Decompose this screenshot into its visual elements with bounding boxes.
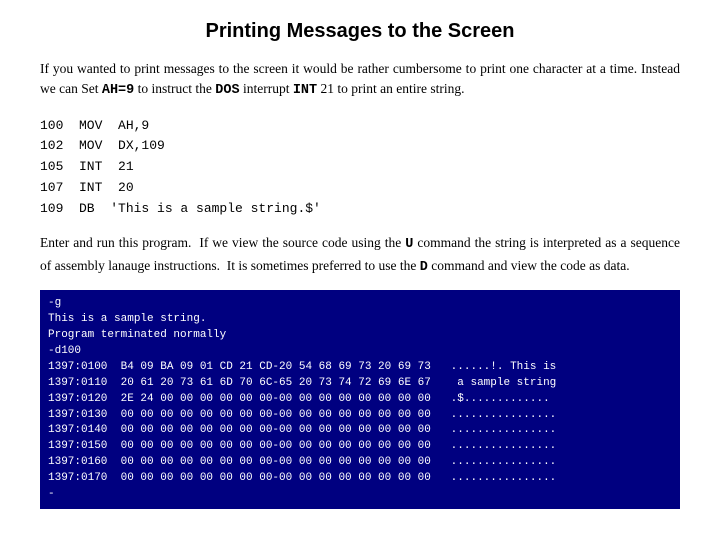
terminal-line-10: 1397:0150 00 00 00 00 00 00 00 00-00 00 … <box>48 439 672 455</box>
terminal-line-6: 1397:0110 20 61 20 73 61 6D 70 6C-65 20 … <box>48 376 672 392</box>
intro-paragraph: If you wanted to print messages to the s… <box>40 59 680 102</box>
body-paragraph: Enter and run this program. If we view t… <box>40 233 680 278</box>
terminal-line-9: 1397:0140 00 00 00 00 00 00 00 00-00 00 … <box>48 423 672 439</box>
terminal-line-12: 1397:0170 00 00 00 00 00 00 00 00-00 00 … <box>48 471 672 487</box>
terminal-line-8: 1397:0130 00 00 00 00 00 00 00 00-00 00 … <box>48 408 672 424</box>
terminal-line-11: 1397:0160 00 00 00 00 00 00 00 00-00 00 … <box>48 455 672 471</box>
page-title: Printing Messages to the Screen <box>40 20 680 43</box>
u-command: U <box>405 237 413 252</box>
terminal-line-7: 1397:0120 2E 24 00 00 00 00 00 00-00 00 … <box>48 392 672 408</box>
terminal-line-13: - <box>48 487 672 503</box>
ah-highlight: AH=9 <box>102 83 134 98</box>
page-container: Printing Messages to the Screen If you w… <box>0 0 720 540</box>
code-listing: 100 MOV AH,9 102 MOV DX,109 105 INT 21 1… <box>40 116 680 220</box>
terminal-line-3: Program terminated normally <box>48 328 672 344</box>
terminal-line-1: -g <box>48 296 672 312</box>
d-command: D <box>420 260 428 275</box>
terminal-line-5: 1397:0100 B4 09 BA 09 01 CD 21 CD-20 54 … <box>48 360 672 376</box>
dos-highlight: DOS <box>215 83 239 98</box>
terminal-output: -g This is a sample string. Program term… <box>40 290 680 509</box>
terminal-line-2: This is a sample string. <box>48 312 672 328</box>
terminal-line-4: -d100 <box>48 344 672 360</box>
int-highlight: INT <box>293 83 317 98</box>
